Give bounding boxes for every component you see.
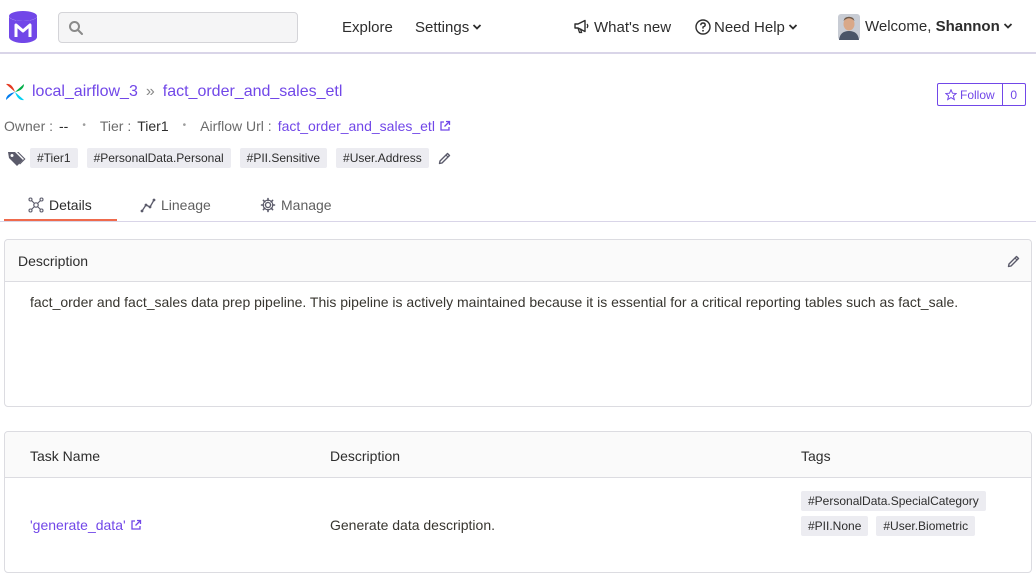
description-header: Description xyxy=(5,240,1031,282)
external-link-icon xyxy=(440,120,451,131)
openmetadata-logo-icon[interactable] xyxy=(8,10,38,44)
star-icon xyxy=(945,88,957,101)
tab-bar: Details Lineage Manage xyxy=(0,188,1036,222)
follow-label: Follow xyxy=(960,87,995,102)
breadcrumb-service-link[interactable]: local_airflow_3 xyxy=(32,82,138,102)
tag-chip[interactable]: #User.Address xyxy=(336,148,429,168)
description-title: Description xyxy=(18,253,89,269)
follow-control: Follow 0 xyxy=(937,83,1026,106)
tab-lineage[interactable]: Lineage xyxy=(140,188,211,222)
airflow-url-link[interactable]: fact_order_and_sales_etl xyxy=(278,117,451,135)
external-link-icon xyxy=(131,519,141,530)
owner-label: Owner : xyxy=(4,118,54,134)
manage-icon xyxy=(260,197,276,213)
airflow-url-text: fact_order_and_sales_etl xyxy=(277,118,435,134)
column-header-tags: Tags xyxy=(801,448,831,464)
need-help-label: Need Help xyxy=(714,19,785,36)
tab-lineage-label: Lineage xyxy=(161,197,211,213)
owner-value: -- xyxy=(59,118,69,134)
airflow-url-label: Airflow Url : xyxy=(200,118,272,134)
search-icon xyxy=(69,21,83,35)
airflow-icon xyxy=(6,83,24,101)
tab-manage[interactable]: Manage xyxy=(260,188,332,222)
search-box[interactable] xyxy=(58,12,298,43)
active-tab-indicator xyxy=(4,219,117,221)
breadcrumb-separator: » xyxy=(145,83,155,100)
follow-button[interactable]: Follow xyxy=(938,84,1003,105)
tag-chip[interactable]: #PersonalData.SpecialCategory xyxy=(801,491,986,511)
task-name-text: 'generate_data' xyxy=(30,517,126,533)
megaphone-icon xyxy=(574,19,589,34)
tag-chip[interactable]: #Tier1 xyxy=(30,148,78,168)
task-description: Generate data description. xyxy=(330,517,495,533)
need-help-dropdown[interactable]: Need Help xyxy=(695,18,798,37)
column-header-description: Description xyxy=(330,448,401,464)
column-header-task-name: Task Name xyxy=(30,448,101,464)
user-menu-dropdown[interactable]: Welcome, Shannon xyxy=(865,18,1013,36)
chevron-down-icon xyxy=(788,23,798,30)
tag-chip[interactable]: #PII.None xyxy=(801,516,869,536)
follower-count: 0 xyxy=(1010,87,1018,102)
tab-manage-label: Manage xyxy=(281,197,332,213)
details-icon xyxy=(28,197,44,213)
help-circle-icon xyxy=(695,18,711,35)
tab-details-label: Details xyxy=(49,197,92,213)
chevron-down-icon xyxy=(473,23,482,30)
tab-details[interactable]: Details xyxy=(28,188,92,222)
task-name-link[interactable]: 'generate_data' xyxy=(30,517,142,533)
breadcrumb-pipeline-link[interactable]: fact_order_and_sales_etl xyxy=(163,82,343,102)
tier-label: Tier : xyxy=(99,118,132,134)
table-row: 'generate_data' Generate data descriptio… xyxy=(5,478,1031,572)
tags-icon xyxy=(8,152,26,166)
task-tag-list: #PersonalData.SpecialCategory #PII.None #… xyxy=(801,491,1021,541)
table-header: Task Name Description Tags xyxy=(5,432,1031,478)
description-text: fact_order and fact_sales data prep pipe… xyxy=(30,294,959,310)
welcome-label: Welcome, xyxy=(865,18,936,35)
meta-separator: • xyxy=(182,120,187,131)
top-navbar: Explore Settings What's new Need Help We… xyxy=(0,0,1036,54)
tasks-table: Task Name Description Tags 'generate_dat… xyxy=(4,431,1032,573)
user-avatar[interactable] xyxy=(838,14,860,40)
settings-dropdown[interactable]: Settings xyxy=(415,19,482,37)
meta-separator: • xyxy=(82,120,86,131)
explore-link[interactable]: Explore xyxy=(342,19,393,37)
lineage-icon xyxy=(140,198,156,213)
chevron-down-icon xyxy=(1003,22,1012,29)
tag-chip[interactable]: #User.Biometric xyxy=(876,516,976,536)
whats-new-button[interactable]: What's new xyxy=(573,19,671,37)
whats-new-label: What's new xyxy=(594,19,672,36)
settings-label: Settings xyxy=(415,19,470,36)
search-input[interactable] xyxy=(93,17,289,39)
user-name: Shannon xyxy=(935,18,1000,35)
pipeline-meta: Owner : -- • Tier : Tier1 • Airflow Url … xyxy=(4,117,451,135)
tag-chip[interactable]: #PersonalData.Personal xyxy=(86,148,231,168)
breadcrumb: local_airflow_3 » fact_order_and_sales_e… xyxy=(4,80,342,104)
description-card: Description fact_order and fact_sales da… xyxy=(4,239,1032,407)
tag-chip[interactable]: #PII.Sensitive xyxy=(239,148,328,168)
tag-list: #Tier1 #PersonalData.Personal #PII.Sensi… xyxy=(6,148,452,168)
edit-tags-pencil-icon[interactable] xyxy=(438,151,452,165)
edit-description-pencil-icon[interactable] xyxy=(1007,254,1021,268)
tier-value: Tier1 xyxy=(137,118,169,134)
